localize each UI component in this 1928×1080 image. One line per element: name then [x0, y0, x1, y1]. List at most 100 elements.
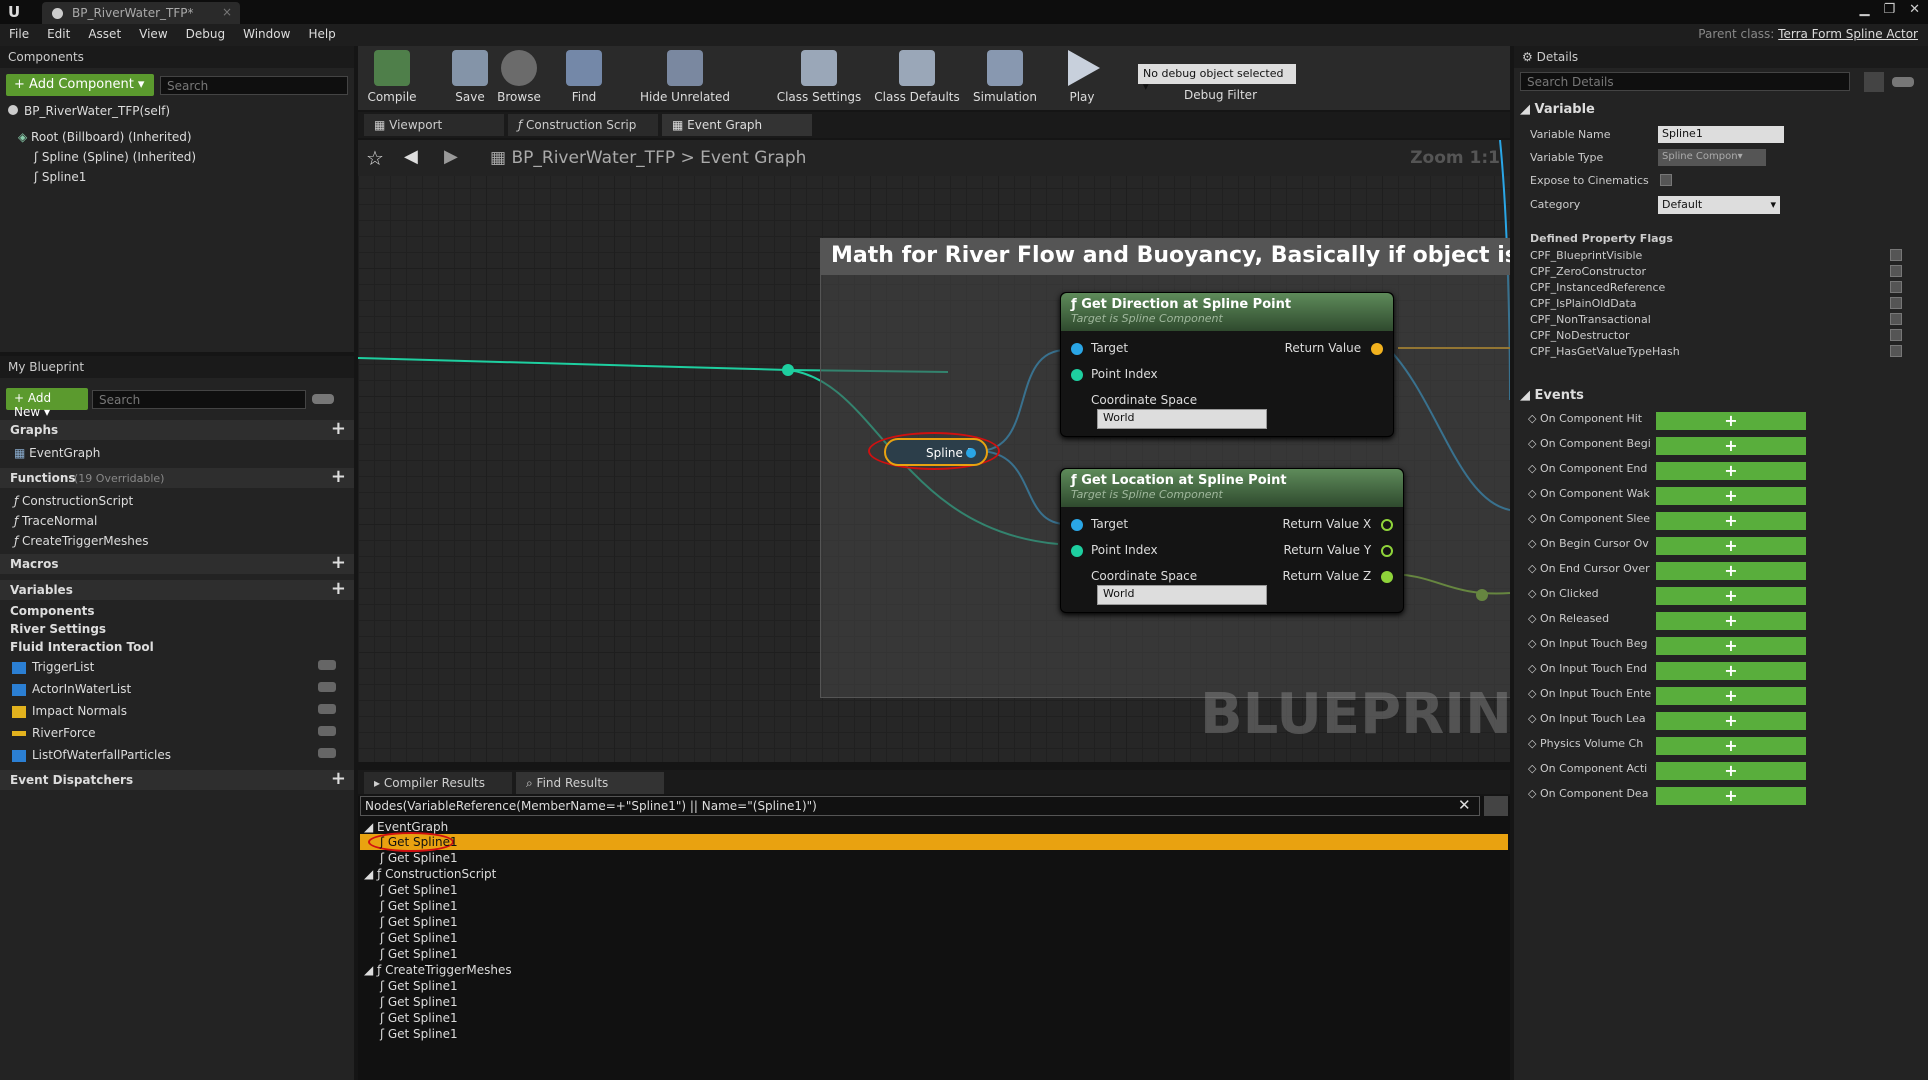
add-event-button[interactable]: + [1656, 662, 1806, 680]
visibility-eye-icon[interactable] [312, 394, 334, 404]
add-event-button[interactable]: + [1656, 687, 1806, 705]
browse-button[interactable]: Browse [494, 50, 544, 104]
coord-space-dropdown[interactable]: World [1097, 585, 1267, 605]
component-self[interactable]: BP_RiverWater_TFP(self) [8, 104, 170, 118]
visibility-eye-icon[interactable] [318, 660, 336, 670]
result-item[interactable]: ʃ Get Spline1 [380, 1027, 458, 1041]
details-tab[interactable]: ⚙ Details [1514, 46, 1928, 68]
component-spline-inherited[interactable]: ʃ Spline (Spline) (Inherited) [34, 150, 196, 164]
menu-debug[interactable]: Debug [177, 24, 234, 44]
class-defaults-button[interactable]: Class Defaults [874, 50, 960, 104]
variable-item[interactable]: TriggerList [12, 660, 346, 674]
add-component-button[interactable]: + Add Component ▾ [6, 74, 154, 96]
result-item[interactable]: ʃ Get Spline1 [380, 931, 458, 945]
result-item[interactable]: ʃ Get Spline1 [380, 899, 458, 913]
close-tab-icon[interactable]: × [222, 5, 232, 19]
dispatchers-section[interactable]: Event Dispatchers + [0, 768, 354, 790]
blueprint-search-input[interactable]: Search [92, 390, 306, 409]
maximize-icon[interactable]: ❐ [1883, 2, 1895, 17]
menu-edit[interactable]: Edit [38, 24, 79, 44]
minimize-icon[interactable]: ▁ [1859, 2, 1869, 17]
function-item[interactable]: ƒ CreateTriggerMeshes [14, 534, 149, 548]
function-item[interactable]: ƒ TraceNormal [14, 514, 97, 528]
add-event-button[interactable]: + [1656, 787, 1806, 805]
add-event-button[interactable]: + [1656, 737, 1806, 755]
return-y-pin[interactable]: Return Value Y [1283, 543, 1393, 557]
clear-query-icon[interactable]: ✕ [1458, 796, 1471, 814]
visibility-eye-icon[interactable] [318, 748, 336, 758]
add-dispatcher-icon[interactable]: + [331, 768, 346, 789]
variable-item[interactable]: ListOfWaterfallParticles [12, 748, 346, 762]
tab-event-graph[interactable]: ▦ Event Graph [662, 114, 812, 136]
events-section[interactable]: ◢ Events [1520, 388, 1584, 403]
result-group-construction[interactable]: ◢ ƒ ConstructionScript [364, 867, 496, 881]
add-variable-icon[interactable]: + [331, 578, 346, 599]
var-name-input[interactable]: Spline1 [1658, 126, 1784, 143]
result-item[interactable]: ʃ Get Spline1 [380, 995, 458, 1009]
return-x-pin[interactable]: Return Value X [1283, 517, 1393, 531]
components-search-input[interactable]: Search [160, 76, 348, 95]
eventgraph-item[interactable]: ▦ EventGraph [14, 446, 100, 460]
add-macro-icon[interactable]: + [331, 552, 346, 573]
result-item[interactable]: ʃ Get Spline1 [380, 979, 458, 993]
category-dropdown[interactable]: Default ▾ [1658, 196, 1780, 214]
coord-space-dropdown[interactable]: World [1097, 409, 1267, 429]
add-new-button[interactable]: + Add New ▾ [6, 388, 88, 419]
components-tab[interactable]: Components [0, 46, 354, 68]
target-pin[interactable]: Target [1071, 341, 1128, 355]
play-button[interactable]: Play [1060, 50, 1104, 104]
result-item[interactable]: ʃ Get Spline1 [380, 883, 458, 897]
return-value-pin[interactable]: Return Value [1285, 341, 1383, 355]
menu-view[interactable]: View [130, 24, 176, 44]
variable-item[interactable]: ActorInWaterList [12, 682, 346, 696]
unreal-logo-icon[interactable]: U [8, 3, 26, 21]
macros-section[interactable]: Macros + [0, 552, 354, 574]
result-row-selected[interactable] [360, 834, 1508, 850]
class-settings-button[interactable]: Class Settings [776, 50, 862, 104]
binoculars-icon[interactable] [1484, 796, 1508, 816]
close-window-icon[interactable]: ✕ [1909, 2, 1920, 17]
output-pin[interactable] [966, 448, 976, 458]
target-pin[interactable]: Target [1071, 517, 1128, 531]
compile-button[interactable]: Compile [364, 50, 420, 104]
add-event-button[interactable]: + [1656, 612, 1806, 630]
find-button[interactable]: Find [562, 50, 606, 104]
get-direction-node[interactable]: ƒ Get Direction at Spline Point Target is… [1060, 292, 1394, 437]
add-event-button[interactable]: + [1656, 437, 1806, 455]
tab-viewport[interactable]: ▦ Viewport [364, 114, 504, 136]
add-event-button[interactable]: + [1656, 587, 1806, 605]
component-root[interactable]: ◈ Root (Billboard) (Inherited) [18, 130, 192, 144]
tab-compiler-results[interactable]: ▸ Compiler Results [364, 772, 512, 794]
menu-window[interactable]: Window [234, 24, 299, 44]
list-view-icon[interactable] [1864, 72, 1884, 92]
add-event-button[interactable]: + [1656, 537, 1806, 555]
function-item[interactable]: ƒ ConstructionScript [14, 494, 133, 508]
result-group-create-trigger[interactable]: ◢ ƒ CreateTriggerMeshes [364, 963, 512, 977]
visibility-eye-icon[interactable] [1892, 77, 1914, 87]
add-event-button[interactable]: + [1656, 712, 1806, 730]
graphs-section[interactable]: Graphs + [0, 418, 354, 440]
add-event-button[interactable]: + [1656, 487, 1806, 505]
menu-file[interactable]: File [0, 24, 38, 44]
document-tab[interactable]: BP_RiverWater_TFP* × [42, 2, 240, 24]
var-type-dropdown[interactable]: Spline Compon▾ [1658, 149, 1766, 166]
spline1-variable-node[interactable]: Spline 1 [884, 438, 988, 466]
add-function-icon[interactable]: + [331, 466, 346, 487]
add-event-button[interactable]: + [1656, 462, 1806, 480]
functions-section[interactable]: Functions (19 Overridable) + [0, 466, 354, 488]
tab-find-results[interactable]: ⌕ Find Results [516, 772, 664, 794]
var-group[interactable]: Components [10, 604, 95, 618]
get-location-node[interactable]: ƒ Get Location at Spline Point Target is … [1060, 468, 1404, 613]
my-blueprint-tab[interactable]: My Blueprint [0, 356, 354, 378]
add-event-button[interactable]: + [1656, 562, 1806, 580]
add-event-button[interactable]: + [1656, 512, 1806, 530]
visibility-eye-icon[interactable] [318, 726, 336, 736]
add-event-button[interactable]: + [1656, 637, 1806, 655]
point-index-pin[interactable]: Point Index [1071, 543, 1158, 557]
menu-help[interactable]: Help [299, 24, 344, 44]
save-button[interactable]: Save [448, 50, 492, 104]
result-item[interactable]: ʃ Get Spline1 [380, 835, 458, 849]
details-search-input[interactable]: Search Details [1520, 72, 1850, 91]
event-graph-canvas[interactable]: ☆ ◀ ▶ ▦ BP_RiverWater_TFP > Event Graph … [358, 140, 1510, 762]
result-item[interactable]: ʃ Get Spline1 [380, 947, 458, 961]
